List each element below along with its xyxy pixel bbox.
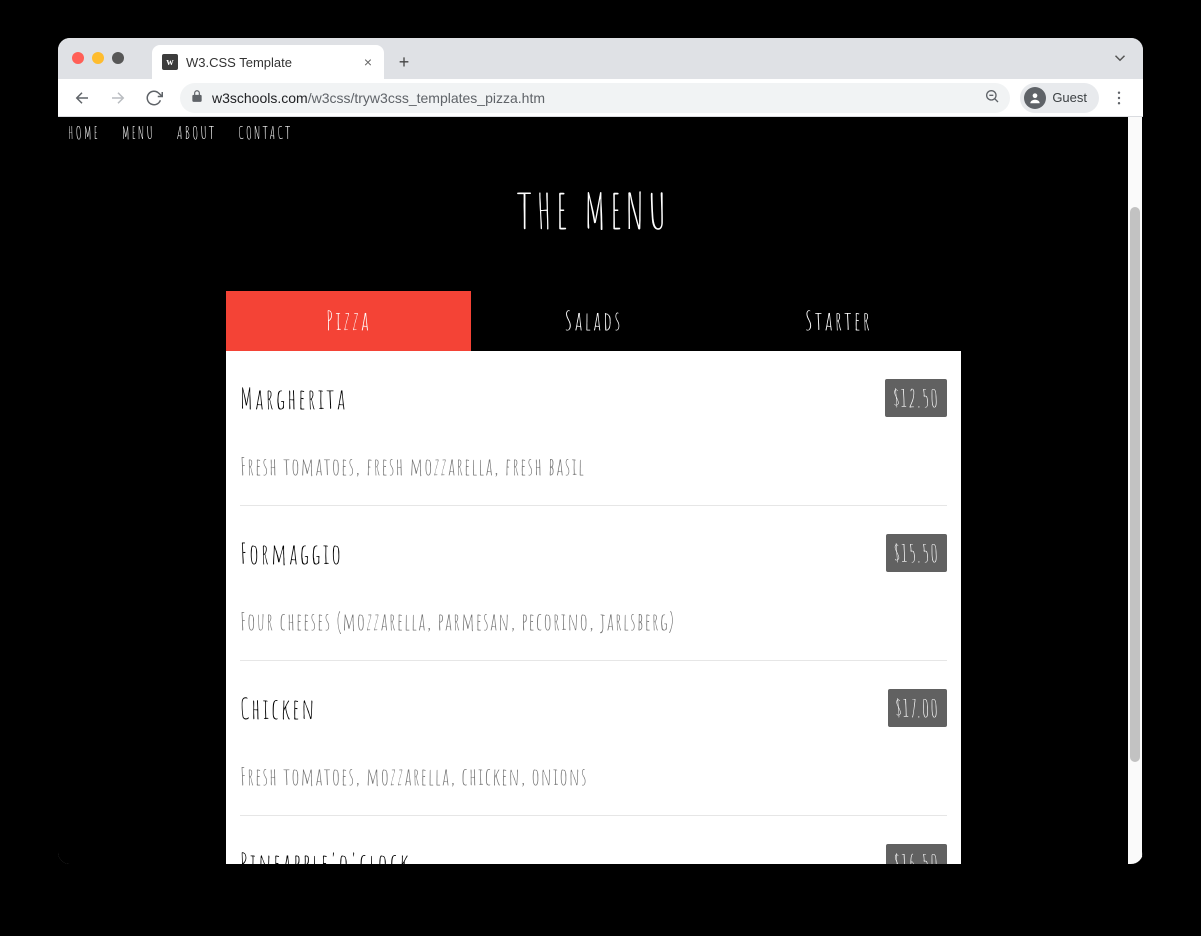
tab-strip: w W3.CSS Template × + — [58, 38, 1143, 79]
nav-menu[interactable]: MENU — [122, 123, 155, 144]
dish-price: $15.50 — [886, 534, 947, 572]
dish-price: $12.50 — [885, 379, 947, 417]
profile-chip[interactable]: Guest — [1020, 83, 1099, 113]
nav-about[interactable]: ABOUT — [177, 123, 216, 144]
profile-label: Guest — [1052, 90, 1087, 105]
avatar-icon — [1024, 87, 1046, 109]
menu-body: Margherita $12.50 Fresh tomatoes, fresh … — [226, 351, 961, 864]
menu-item: Pineapple'o'clock $16.50 — [240, 816, 947, 864]
dish-name: Pineapple'o'clock — [240, 846, 411, 865]
section-title: THE MENU — [58, 180, 1129, 241]
dish-description: Fresh tomatoes, mozzarella, chicken, oni… — [240, 761, 947, 791]
menu-container: Pizza Salads Starter Margherita $12.50 F… — [226, 291, 961, 864]
forward-button[interactable] — [102, 82, 134, 114]
menu-item: Margherita $12.50 Fresh tomatoes, fresh … — [240, 351, 947, 506]
dish-name: Formaggio — [240, 536, 343, 571]
tab-title: W3.CSS Template — [186, 55, 354, 70]
menu-tabs: Pizza Salads Starter — [226, 291, 961, 351]
menu-item: Chicken $17.00 Fresh tomatoes, mozzarell… — [240, 661, 947, 816]
tab-starter[interactable]: Starter — [716, 291, 961, 351]
dish-name: Margherita — [240, 381, 347, 416]
minimize-window-button[interactable] — [92, 52, 104, 64]
fullscreen-window-button[interactable] — [112, 52, 124, 64]
url-path: /w3css/tryw3css_templates_pizza.htm — [308, 90, 545, 106]
dish-name: Chicken — [240, 691, 316, 726]
menu-item: Formaggio $15.50 Four cheeses (mozzarell… — [240, 506, 947, 661]
site-nav: HOME MENU ABOUT CONTACT — [58, 117, 1129, 150]
vertical-scrollbar[interactable] — [1128, 117, 1142, 864]
zoom-icon[interactable] — [984, 88, 1000, 107]
tab-close-button[interactable]: × — [362, 54, 374, 70]
address-bar[interactable]: w3schools.com/w3css/tryw3css_templates_p… — [180, 83, 1010, 113]
browser-tab[interactable]: w W3.CSS Template × — [152, 45, 384, 79]
close-window-button[interactable] — [72, 52, 84, 64]
lock-icon — [190, 89, 204, 106]
window-controls — [72, 52, 124, 64]
page-content: HOME MENU ABOUT CONTACT THE MENU Pizza S… — [58, 117, 1129, 864]
back-button[interactable] — [66, 82, 98, 114]
url-host: w3schools.com — [212, 90, 308, 106]
dish-description: Four cheeses (mozzarella, parmesan, peco… — [240, 606, 947, 636]
nav-contact[interactable]: CONTACT — [238, 123, 292, 144]
nav-home[interactable]: HOME — [68, 123, 100, 144]
tab-pizza[interactable]: Pizza — [226, 291, 471, 351]
new-tab-button[interactable]: + — [390, 48, 418, 76]
tab-salads[interactable]: Salads — [471, 291, 716, 351]
dish-description: Fresh tomatoes, fresh mozzarella, fresh … — [240, 451, 947, 481]
dish-price: $16.50 — [886, 844, 947, 864]
viewport: HOME MENU ABOUT CONTACT THE MENU Pizza S… — [58, 117, 1143, 864]
tabs-overflow-button[interactable] — [1111, 49, 1129, 72]
browser-window: w W3.CSS Template × + w3schools.com/w3cs… — [58, 38, 1143, 864]
favicon-icon: w — [162, 54, 178, 70]
dish-price: $17.00 — [888, 689, 947, 727]
url-text: w3schools.com/w3css/tryw3css_templates_p… — [212, 90, 545, 106]
kebab-menu-button[interactable] — [1103, 82, 1135, 114]
scrollbar-thumb[interactable] — [1130, 207, 1140, 762]
reload-button[interactable] — [138, 82, 170, 114]
browser-toolbar: w3schools.com/w3css/tryw3css_templates_p… — [58, 79, 1143, 117]
